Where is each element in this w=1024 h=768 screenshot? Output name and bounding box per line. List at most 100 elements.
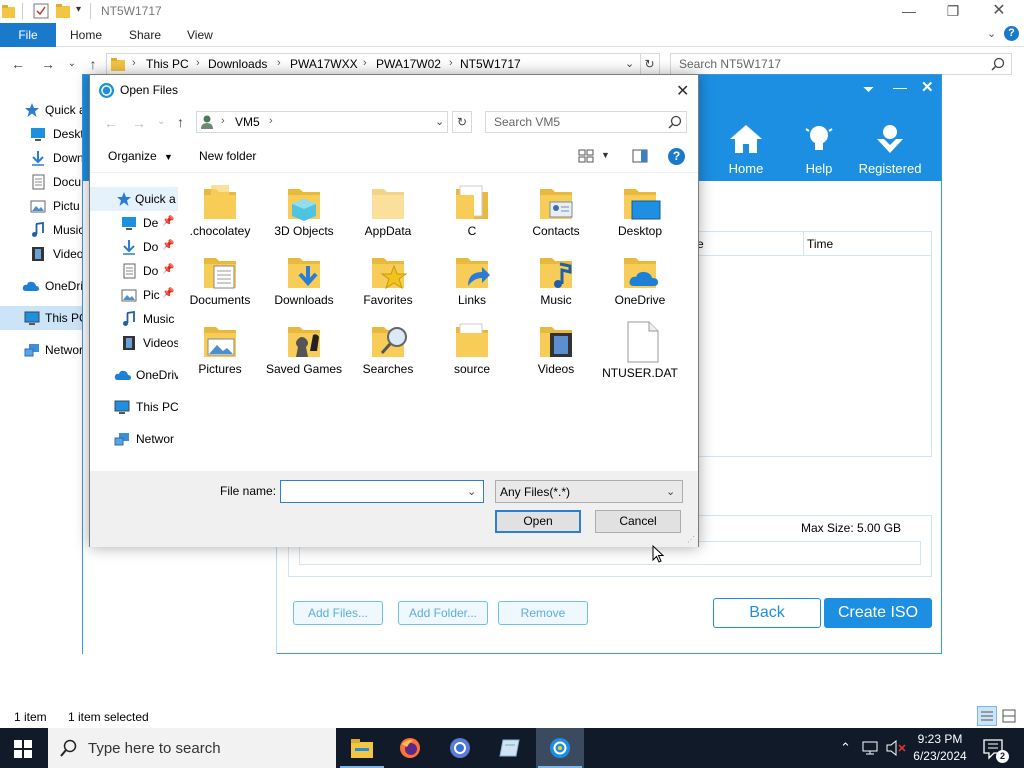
nav-desktop[interactable]: De 📌 <box>90 211 178 235</box>
column-header-time[interactable]: Time <box>807 237 833 251</box>
nav-network[interactable]: Networ <box>0 338 88 362</box>
clock-date[interactable]: 6/23/2024 <box>911 749 969 763</box>
dialog-search-input[interactable]: Search VM5 <box>485 111 687 133</box>
close-icon[interactable]: ✕ <box>976 0 1022 22</box>
nav-this-pc[interactable]: This PC <box>90 395 178 419</box>
create-iso-button[interactable]: Create ISO <box>824 598 932 628</box>
tab-view[interactable]: View <box>187 23 213 47</box>
preview-pane-icon[interactable] <box>632 149 648 163</box>
folder-item-desktop[interactable]: Desktop <box>600 183 680 251</box>
nav-music[interactable]: Music <box>0 218 88 242</box>
expand-ribbon-icon[interactable]: ⌄ <box>987 27 996 40</box>
taskbar-search-input[interactable]: Type here to search <box>48 728 336 768</box>
details-view-icon[interactable] <box>977 706 997 726</box>
close-icon[interactable]: ✕ <box>676 81 689 101</box>
maximize-icon[interactable]: ❐ <box>930 0 976 22</box>
cancel-button[interactable]: Cancel <box>595 510 681 533</box>
forward-arrow-icon[interactable]: → <box>132 115 146 131</box>
nav-onedrive[interactable]: OneDri <box>0 274 88 298</box>
breadcrumb-downloads[interactable]: Downloads <box>208 57 267 71</box>
folder-item-music[interactable]: Music <box>516 252 596 320</box>
folder-item-3d-objects[interactable]: 3D Objects <box>264 183 344 251</box>
new-folder-button[interactable]: New folder <box>199 149 256 163</box>
quick-access-dropdown-icon[interactable]: ▾ <box>76 4 81 15</box>
app-nav-home[interactable]: Home <box>711 123 781 176</box>
view-options-icon[interactable] <box>578 149 594 163</box>
up-arrow-icon[interactable]: ↑ <box>83 54 103 74</box>
nav-quick-access[interactable]: Quick a <box>90 187 178 211</box>
app-nav-help[interactable]: Help <box>784 123 854 176</box>
nav-documents[interactable]: Do 📌 <box>90 259 178 283</box>
menu-dropdown-icon[interactable]: ⏷ <box>863 81 874 98</box>
chevron-down-icon[interactable]: ▼ <box>601 150 610 160</box>
nav-network[interactable]: Networ <box>90 427 178 451</box>
remove-button[interactable]: Remove <box>498 601 588 625</box>
dialog-address-bar[interactable]: › VM5 › ⌄ <box>196 111 448 133</box>
add-files-button[interactable]: Add Files... <box>293 601 383 625</box>
back-button[interactable]: Back <box>713 598 821 628</box>
nav-videos[interactable]: Videos <box>90 331 178 355</box>
minimize-icon[interactable]: — <box>893 79 907 95</box>
tab-share[interactable]: Share <box>129 23 161 47</box>
taskbar-file-explorer[interactable] <box>338 728 386 768</box>
up-arrow-icon[interactable]: ↑ <box>177 114 184 130</box>
folder-item-videos[interactable]: Videos <box>516 321 596 389</box>
nav-pictures[interactable]: Pictu <box>0 194 88 218</box>
folder-item-saved-games[interactable]: Saved Games <box>264 321 344 389</box>
help-icon[interactable]: ? <box>1004 26 1019 41</box>
new-folder-icon[interactable] <box>56 3 70 18</box>
nav-onedrive[interactable]: OneDriv <box>90 363 178 387</box>
folder-item-searches[interactable]: Searches <box>348 321 428 389</box>
breadcrumb-vm5[interactable]: VM5 <box>235 115 260 129</box>
taskbar-iso-app[interactable] <box>536 728 584 768</box>
folder-item-source[interactable]: source <box>432 321 512 389</box>
volume-muted-icon[interactable] <box>886 740 906 756</box>
folder-item-onedrive[interactable]: OneDrive <box>600 252 680 320</box>
address-dropdown-icon[interactable]: ⌄ <box>435 115 444 128</box>
minimize-icon[interactable]: — <box>886 0 932 22</box>
breadcrumb-pwa17w02[interactable]: PWA17W02 <box>376 57 441 71</box>
nav-pictures[interactable]: Pic 📌 <box>90 283 178 307</box>
help-icon[interactable]: ? <box>668 148 685 165</box>
nav-this-pc[interactable]: This PC <box>0 306 90 330</box>
recent-locations-icon[interactable]: ⌄ <box>62 54 82 74</box>
nav-downloads[interactable]: Down <box>0 146 88 170</box>
taskbar-firefox[interactable] <box>386 728 434 768</box>
folder-item-pictures[interactable]: Pictures <box>180 321 260 389</box>
nav-music[interactable]: Music <box>90 307 178 331</box>
clock-time[interactable]: 9:23 PM <box>911 732 969 746</box>
tab-file[interactable]: File <box>0 23 56 47</box>
address-bar[interactable]: › This PC › Downloads › PWA17WXX › PWA17… <box>106 53 641 75</box>
explorer-search-input[interactable]: Search NT5W1717 <box>670 53 1012 75</box>
file-name-input[interactable]: ⌄ <box>280 480 484 503</box>
nav-documents[interactable]: Docu <box>0 170 88 194</box>
address-dropdown-icon[interactable]: ⌄ <box>625 57 634 70</box>
app-nav-registered[interactable]: Registered <box>854 123 926 176</box>
breadcrumb-pwa17wxx[interactable]: PWA17WXX <box>290 57 358 71</box>
properties-icon[interactable] <box>33 3 49 19</box>
breadcrumb-nt5w1717[interactable]: NT5W1717 <box>460 57 521 71</box>
taskbar-chrome[interactable] <box>436 728 484 768</box>
chevron-down-icon[interactable]: ⌄ <box>467 485 476 498</box>
large-icons-view-icon[interactable] <box>1001 708 1017 724</box>
file-item-ntuser-dat[interactable]: NTUSER.DAT <box>600 321 680 389</box>
recent-locations-icon[interactable]: ⌄ <box>157 116 165 127</box>
refresh-icon[interactable]: ↻ <box>640 53 660 75</box>
nav-videos[interactable]: Video <box>0 242 88 266</box>
tab-home[interactable]: Home <box>70 23 102 47</box>
folder-item-favorites[interactable]: Favorites <box>348 252 428 320</box>
nav-desktop[interactable]: Deskt <box>0 122 88 146</box>
chevron-up-icon[interactable]: ⌃ <box>840 740 851 756</box>
folder-item-contacts[interactable]: Contacts <box>516 183 596 251</box>
organize-button[interactable]: Organize ▼ <box>108 149 173 163</box>
file-type-select[interactable]: Any Files(*.*) ⌄ <box>495 480 683 503</box>
folder-item-documents[interactable]: Documents <box>180 252 260 320</box>
network-tray-icon[interactable] <box>862 740 880 756</box>
back-arrow-icon[interactable]: ← <box>104 115 118 131</box>
refresh-icon[interactable]: ↻ <box>452 111 472 133</box>
resize-grip-icon[interactable]: ⋰ <box>687 535 695 544</box>
folder-item-appdata[interactable]: AppData <box>348 183 428 251</box>
close-icon[interactable]: ✕ <box>921 78 934 96</box>
nav-quick-access[interactable]: Quick a <box>0 98 88 122</box>
nav-downloads[interactable]: Do 📌 <box>90 235 178 259</box>
